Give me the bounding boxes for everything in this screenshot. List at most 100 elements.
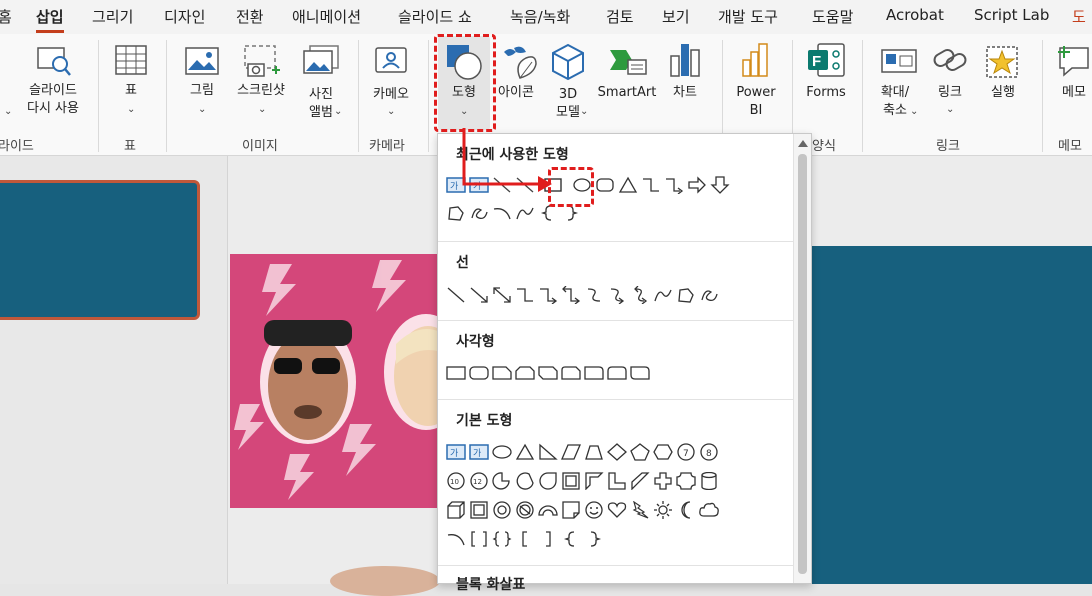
bevel-icon[interactable] [467,497,490,522]
sticker-photo[interactable] [230,254,440,508]
double-arrow-line-icon[interactable] [490,282,513,307]
action-button[interactable]: 실행 [980,84,1026,102]
snip-same-side-rectangle-icon[interactable] [513,360,536,385]
triangle-icon[interactable] [513,439,536,464]
curve-icon[interactable] [651,282,674,307]
curved-connector-icon[interactable] [582,282,605,307]
elbow-connector-icon[interactable] [513,282,536,307]
freeform-icon[interactable] [444,200,467,225]
tab-acrobat[interactable]: Acrobat [886,6,944,24]
scribble-icon[interactable] [467,200,490,225]
oval-icon[interactable] [490,439,513,464]
parallelogram-icon[interactable] [559,439,582,464]
decagon-icon[interactable]: 10 [444,468,467,493]
line-arrow-icon[interactable] [467,282,490,307]
diamond-icon[interactable] [605,439,628,464]
tab-slideshow[interactable]: 슬라이드 쇼 [398,6,472,27]
dodecagon-icon[interactable]: 12 [467,468,490,493]
round-same-side-rectangle-icon[interactable] [605,360,628,385]
smiley-face-icon[interactable] [582,497,605,522]
left-brace-icon[interactable] [559,526,582,551]
double-bracket-icon[interactable] [467,526,490,551]
tab-view[interactable]: 보기 [662,6,690,27]
tab-insert[interactable]: 삽입 [36,6,64,33]
heart-icon[interactable] [605,497,628,522]
rounded-rectangle-icon[interactable] [467,360,490,385]
sun-icon[interactable] [651,497,674,522]
snip-round-rectangle-icon[interactable] [559,360,582,385]
arc-icon[interactable] [490,200,513,225]
elbow-arrow-connector-icon[interactable] [536,282,559,307]
elbow-arrow-connector-icon[interactable] [662,172,685,197]
tab-review[interactable]: 검토 [606,6,634,27]
text-box-icon[interactable]: 가 [444,439,467,464]
elbow-double-arrow-icon[interactable] [559,282,582,307]
lightning-bolt-icon[interactable] [628,497,651,522]
tab-scriptlab[interactable]: Script Lab [974,6,1049,24]
half-frame-icon[interactable] [582,468,605,493]
down-arrow-icon[interactable] [708,172,731,197]
right-arrow-icon[interactable] [685,172,708,197]
elbow-connector-icon[interactable] [639,172,662,197]
octagon-icon[interactable]: 8 [697,439,720,464]
can-icon[interactable] [697,468,720,493]
round-diagonal-rectangle-icon[interactable] [628,360,651,385]
screenshot-button[interactable]: 스크린샷 [230,82,292,100]
power-bi-button[interactable]: Power BI [730,84,782,120]
arc-icon[interactable] [444,526,467,551]
hexagon-icon[interactable] [651,439,674,464]
scroll-thumb[interactable] [798,154,807,574]
right-brace-icon[interactable] [582,526,605,551]
plaque-icon[interactable] [674,468,697,493]
chart-button[interactable]: 차트 [664,84,706,102]
tab-home[interactable]: 홈 [0,6,12,27]
tab-developer[interactable]: 개발 도구 [718,6,778,27]
cloud-icon[interactable] [697,497,720,522]
diagonal-stripe-icon[interactable] [628,468,651,493]
donut-icon[interactable] [490,497,513,522]
curved-arrow-connector-icon[interactable] [605,282,628,307]
freeform-icon[interactable] [674,282,697,307]
cross-icon[interactable] [651,468,674,493]
cameo-button[interactable]: 카메오 [366,86,416,104]
link-button[interactable]: 링크 [928,84,972,102]
trapezoid-icon[interactable] [582,439,605,464]
line-icon[interactable] [444,282,467,307]
memo-button[interactable]: 메모 [1052,84,1092,102]
frame-icon[interactable] [559,468,582,493]
vertical-text-box-icon[interactable]: 가 [467,439,490,464]
tab-draw[interactable]: 그리기 [92,6,133,27]
tab-help[interactable]: 도움말 [812,6,853,27]
forms-button[interactable]: Forms [800,84,852,102]
l-shape-icon[interactable] [605,468,628,493]
right-bracket-icon[interactable] [536,526,559,551]
block-arc-icon[interactable] [536,497,559,522]
dropdown-scrollbar[interactable] [793,134,811,583]
tab-animations[interactable]: 애니메이션 [292,6,361,27]
partial-circle-icon[interactable] [490,468,513,493]
triangle-icon[interactable] [616,172,639,197]
no-symbol-icon[interactable] [513,497,536,522]
left-bracket-icon[interactable] [513,526,536,551]
chord-icon[interactable] [513,468,536,493]
folded-corner-icon[interactable] [559,497,582,522]
teardrop-icon[interactable] [536,468,559,493]
scroll-up-icon[interactable] [798,140,808,147]
round-single-corner-rectangle-icon[interactable] [582,360,605,385]
rounded-rectangle-icon[interactable] [593,172,616,197]
table-button[interactable]: 표 [116,82,146,100]
tab-record[interactable]: 녹음/녹화 [510,6,570,27]
tab-overflow[interactable]: 도 [1072,6,1086,27]
icons-button[interactable]: 아이콘 [492,84,540,102]
right-triangle-icon[interactable] [536,439,559,464]
reuse-slides-button[interactable]: 슬라이드 다시 사용 [18,82,88,118]
rectangle-icon[interactable] [444,360,467,385]
picture-button[interactable]: 그림 [184,82,220,100]
smartart-button[interactable]: SmartArt [596,84,658,102]
tab-design[interactable]: 디자인 [164,6,205,27]
snip-diagonal-rectangle-icon[interactable] [536,360,559,385]
scribble-icon[interactable] [697,282,720,307]
moon-icon[interactable] [674,497,697,522]
cube-icon[interactable] [444,497,467,522]
pentagon-icon[interactable] [628,439,651,464]
